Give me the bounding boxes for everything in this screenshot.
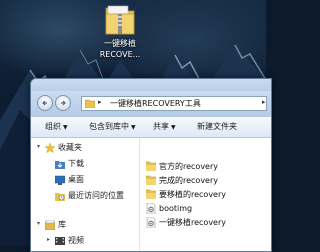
breadcrumb-chevron-icon[interactable]: ▸ xyxy=(262,98,266,106)
include-in-library-label: 包含到库中 xyxy=(89,122,129,131)
collapse-arrow-icon[interactable]: ▸ xyxy=(47,236,50,243)
desktop-icon-label: 一键移植 RECOVE... xyxy=(92,38,148,60)
forward-button[interactable] xyxy=(55,95,71,111)
organize-menu[interactable]: 组织 ▼ xyxy=(45,121,68,133)
file-name: bootimg xyxy=(159,204,193,213)
breadcrumb-chevron-icon[interactable]: ▸ xyxy=(98,98,102,106)
nav-item-label: 桌面 xyxy=(68,175,84,184)
desktop-icon-recovery-tool[interactable]: 一键移植 RECOVE... xyxy=(98,2,142,64)
back-button[interactable] xyxy=(37,95,53,111)
gear-file-icon xyxy=(146,217,156,228)
expand-arrow-icon[interactable]: ▾ xyxy=(37,143,40,150)
share-menu-label: 共享 xyxy=(153,122,169,131)
command-toolbar: 组织 ▼ 包含到库中 ▼ 共享 ▼ 新建文件夹 xyxy=(31,117,271,138)
desktop-icon xyxy=(55,175,65,185)
desktop-icon-label-line2: RECOVE... xyxy=(99,50,141,59)
organize-menu-label: 组织 xyxy=(45,122,61,131)
dropdown-caret-icon: ▼ xyxy=(131,124,136,131)
folder-icon xyxy=(146,189,156,199)
folder-icon xyxy=(146,175,156,185)
nav-item-label: 最近访问的位置 xyxy=(68,191,124,200)
dropdown-caret-icon: ▼ xyxy=(63,124,68,131)
file-name: 完成的recovery xyxy=(159,176,219,185)
nav-item-label: 视频 xyxy=(68,236,84,245)
navigation-pane: ▾ 收藏夹 下载 桌面 最近访问的位置 ▾ 库 ▸ 视频 xyxy=(31,138,140,251)
expand-arrow-icon[interactable]: ▾ xyxy=(37,220,40,227)
file-name: 要移植的recovery xyxy=(159,190,227,199)
dropdown-caret-icon: ▼ xyxy=(171,124,176,131)
address-path[interactable]: 一键移植RECOVERY工具 xyxy=(110,98,201,110)
file-name: 一键移植recovery xyxy=(159,218,227,227)
download-folder-icon xyxy=(55,161,65,169)
desktop-icon-label-line1: 一键移植 xyxy=(104,39,136,48)
folder-icon xyxy=(146,161,156,171)
file-list: 官方的recovery 完成的recovery 要移植的recovery boo… xyxy=(140,138,271,251)
library-icon xyxy=(45,220,55,230)
back-arrow-icon xyxy=(42,100,47,106)
navigation-bar: ▸ 一键移植RECOVERY工具 ▸ xyxy=(31,91,271,117)
folder-icon xyxy=(85,99,95,108)
recent-places-icon xyxy=(55,193,65,201)
file-name: 官方的recovery xyxy=(159,162,219,171)
include-in-library-menu[interactable]: 包含到库中 ▼ xyxy=(89,121,136,133)
nav-item-label: 收藏夹 xyxy=(58,143,82,152)
star-icon xyxy=(45,143,55,153)
gear-file-icon xyxy=(146,203,156,214)
forward-arrow-icon xyxy=(61,100,66,106)
share-menu[interactable]: 共享 ▼ xyxy=(153,121,176,133)
new-folder-button[interactable]: 新建文件夹 xyxy=(197,121,237,132)
address-bar[interactable]: ▸ 一键移植RECOVERY工具 ▸ xyxy=(81,96,267,111)
explorer-window: ▸ 一键移植RECOVERY工具 ▸ 组织 ▼ 包含到库中 ▼ 共享 ▼ 新建文件夹 … xyxy=(30,78,272,252)
nav-item-label: 库 xyxy=(58,220,66,229)
window-titlebar[interactable] xyxy=(31,79,271,91)
video-library-icon xyxy=(55,237,65,245)
zip-folder-icon xyxy=(105,5,135,35)
nav-item-label: 下载 xyxy=(68,159,84,168)
new-folder-label: 新建文件夹 xyxy=(197,122,237,131)
